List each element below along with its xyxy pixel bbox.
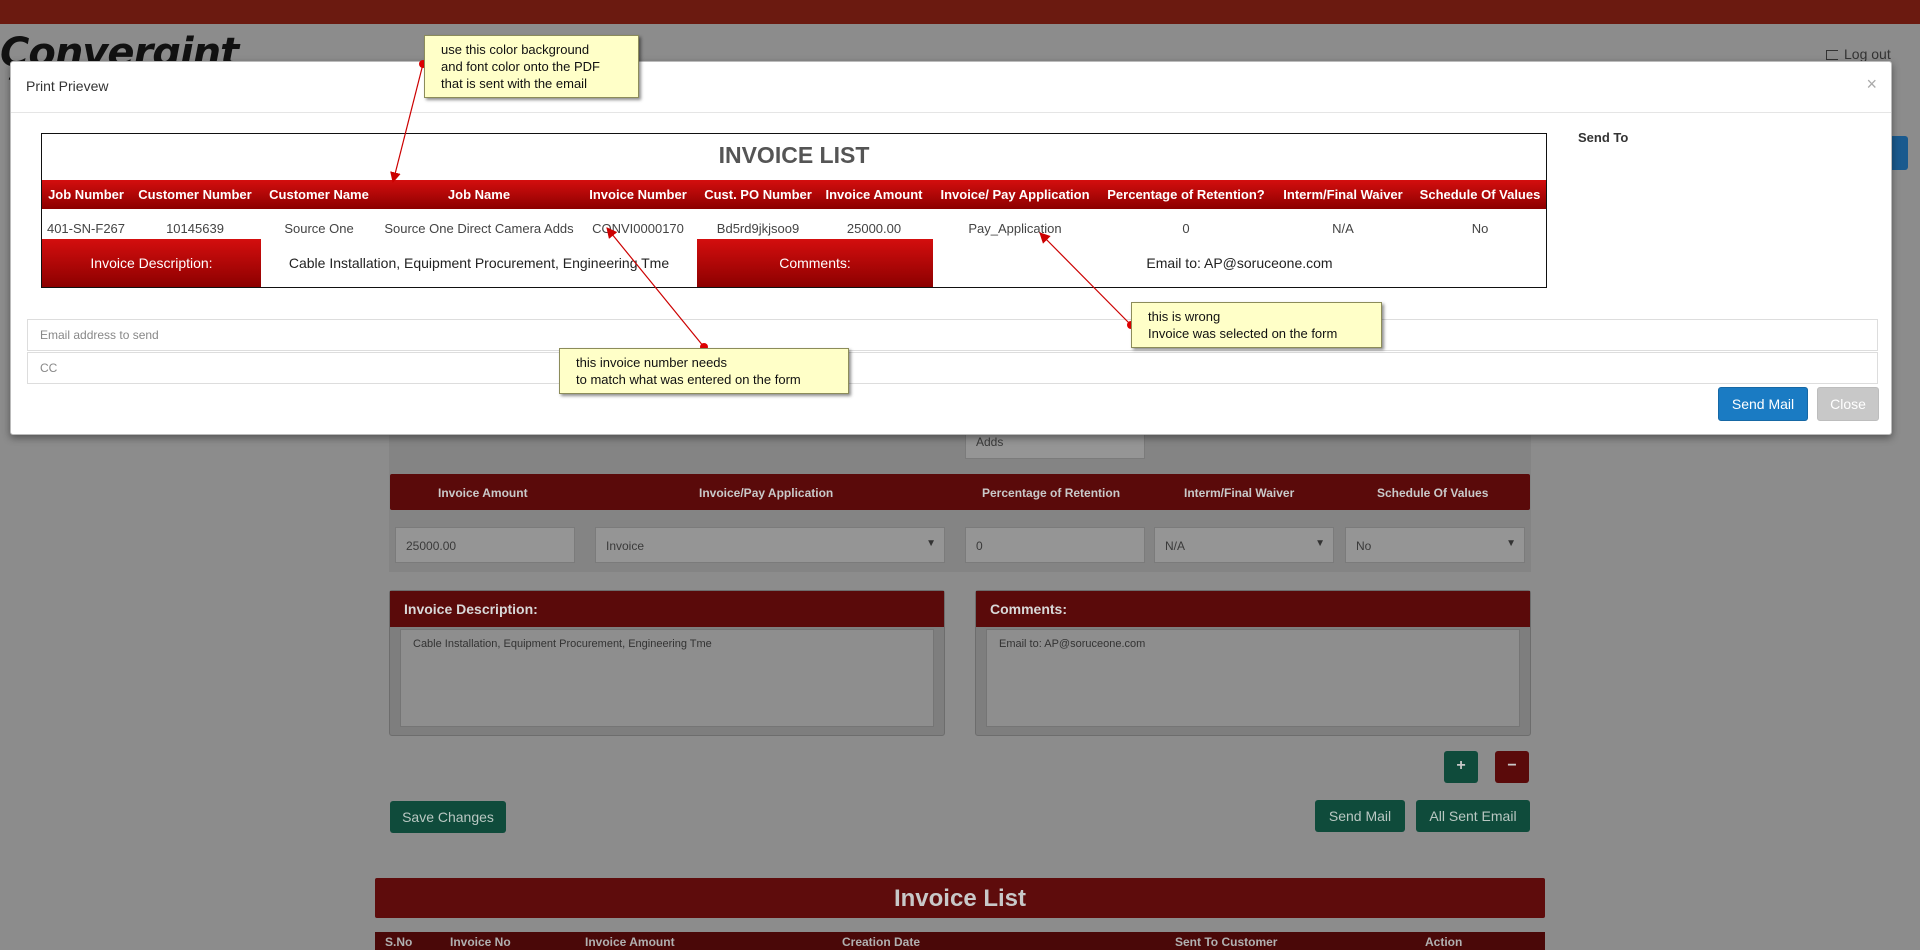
col-invoice-amount: Invoice Amount <box>585 935 675 949</box>
header-invoice-number: Invoice Number <box>589 187 687 202</box>
pay-application-select[interactable]: Invoice ▼ <box>595 527 945 563</box>
form-columns-header: Invoice Amount Invoice/Pay Application P… <box>390 474 1530 510</box>
comments-panel: Comments: Email to: AP@soruceone.com <box>975 590 1531 736</box>
col-invoice-no: Invoice No <box>450 935 511 949</box>
cell-customer-name: Source One <box>284 221 354 236</box>
invoice-amount-value: 25000.00 <box>406 539 457 553</box>
col-invoice-amount: Invoice Amount <box>438 486 528 500</box>
col-schedule: Schedule Of Values <box>1377 486 1489 500</box>
header-job-number: Job Number <box>48 187 124 202</box>
chevron-down-icon: ▼ <box>1506 538 1516 549</box>
note-line: that is sent with the email <box>441 76 587 91</box>
cell-pay-application: Pay_Application <box>968 221 1062 236</box>
header-schedule: Schedule Of Values <box>1419 187 1541 202</box>
note-line: Invoice was selected on the form <box>1148 326 1338 341</box>
cell-waiver: N/A <box>1332 221 1354 236</box>
col-retention: Percentage of Retention <box>982 486 1121 500</box>
save-changes-button[interactable]: Save Changes <box>390 801 506 833</box>
invoice-preview: INVOICE LIST Job Number Customer Number … <box>41 133 1547 288</box>
close-button[interactable]: Close <box>1817 387 1879 421</box>
top-bar <box>0 0 1920 24</box>
description-textarea[interactable]: Cable Installation, Equipment Procuremen… <box>400 629 934 727</box>
retention-input[interactable]: 0 <box>965 527 1145 563</box>
note-line: this is wrong <box>1148 309 1221 324</box>
note-line: this invoice number needs <box>576 355 728 370</box>
col-sent-to-customer: Sent To Customer <box>1175 935 1278 949</box>
close-icon[interactable]: × <box>1866 74 1877 95</box>
col-creation-date: Creation Date <box>842 935 921 949</box>
cell-cust-po-number: Bd5rd9jkjsoo9 <box>716 221 800 236</box>
header-job-name: Job Name <box>447 187 511 202</box>
remove-row-button[interactable]: − <box>1495 751 1529 783</box>
annotation-note-color: use this color background and font color… <box>424 35 639 98</box>
note-line: and font color onto the PDF <box>441 59 600 74</box>
form-send-mail-button[interactable]: Send Mail <box>1315 800 1405 832</box>
description-panel-title: Invoice Description: <box>390 591 944 627</box>
header-invoice-amount: Invoice Amount <box>825 187 923 202</box>
invoice-amount-input[interactable]: 25000.00 <box>395 527 575 563</box>
col-waiver: Interm/Final Waiver <box>1184 486 1295 500</box>
header-retention: Percentage of Retention? <box>1107 187 1265 202</box>
header-cust-po-number: Cust. PO Number <box>704 187 812 202</box>
header-waiver: Interm/Final Waiver <box>1283 187 1403 202</box>
print-preview-modal: Print Prievew × INVOICE LIST Job Number … <box>10 61 1892 435</box>
note-line: use this color background <box>441 42 590 57</box>
cell-invoice-number: CONVI0000170 <box>592 221 684 236</box>
cell-job-number: 401-SN-F267 <box>46 221 126 236</box>
comments-textarea[interactable]: Email to: AP@soruceone.com <box>986 629 1520 727</box>
all-sent-email-button[interactable]: All Sent Email <box>1416 800 1530 832</box>
invoice-list-columns: S.No Invoice No Invoice Amount Creation … <box>375 932 1545 950</box>
cell-invoice-amount: 25000.00 <box>846 221 902 236</box>
logout-icon <box>1826 50 1838 60</box>
annotation-note-invoice-number: this invoice number needs to match what … <box>559 348 849 394</box>
cell-schedule: No <box>1471 221 1489 236</box>
invoice-header-row: Job Number Customer Number Customer Name… <box>42 180 1546 209</box>
note-line: to match what was entered on the form <box>576 372 801 387</box>
pay-application-value: Invoice <box>606 539 645 553</box>
retention-value: 0 <box>976 539 983 553</box>
comments-value: Email to: AP@soruceone.com <box>1146 255 1333 271</box>
add-row-button[interactable]: + <box>1444 751 1478 783</box>
modal-header: Print Prievew × <box>11 62 1891 113</box>
cell-job-name: Source One Direct Camera Adds <box>384 221 574 236</box>
col-sno: S.No <box>385 935 413 949</box>
header-customer-number: Customer Number <box>138 187 252 202</box>
description-panel: Invoice Description: Cable Installation,… <box>389 590 945 736</box>
waiver-select[interactable]: N/A ▼ <box>1154 527 1334 563</box>
cell-retention: 0 <box>1182 221 1190 236</box>
col-pay-application: Invoice/Pay Application <box>699 486 834 500</box>
comments-label: Comments: <box>697 239 933 287</box>
header-pay-application: Invoice/ Pay Application <box>940 187 1090 202</box>
waiver-value: N/A <box>1165 539 1186 553</box>
chevron-down-icon: ▼ <box>926 538 936 549</box>
send-to-label: Send To <box>1578 130 1629 145</box>
schedule-select[interactable]: No ▼ <box>1345 527 1525 563</box>
email-field[interactable] <box>27 319 1878 351</box>
cc-field[interactable] <box>27 352 1878 384</box>
invoice-preview-title: INVOICE LIST <box>718 142 870 168</box>
annotation-note-pay-application: this is wrong Invoice was selected on th… <box>1131 302 1382 348</box>
invoice-description-value: Cable Installation, Equipment Procuremen… <box>288 255 670 271</box>
comments-panel-title: Comments: <box>976 591 1530 627</box>
send-mail-button[interactable]: Send Mail <box>1718 387 1808 421</box>
modal-title: Print Prievew <box>26 78 109 94</box>
logout-link[interactable]: Log out <box>1826 46 1891 62</box>
invoice-description-label: Invoice Description: <box>42 239 261 287</box>
schedule-value: No <box>1356 539 1372 553</box>
logout-label: Log out <box>1844 46 1891 62</box>
header-customer-name: Customer Name <box>269 187 369 202</box>
job-name-value: Adds <box>976 435 1004 449</box>
col-action: Action <box>1425 935 1463 949</box>
chevron-down-icon: ▼ <box>1315 538 1325 549</box>
invoice-list-heading: Invoice List <box>375 878 1545 918</box>
cell-customer-number: 10145639 <box>166 221 224 236</box>
